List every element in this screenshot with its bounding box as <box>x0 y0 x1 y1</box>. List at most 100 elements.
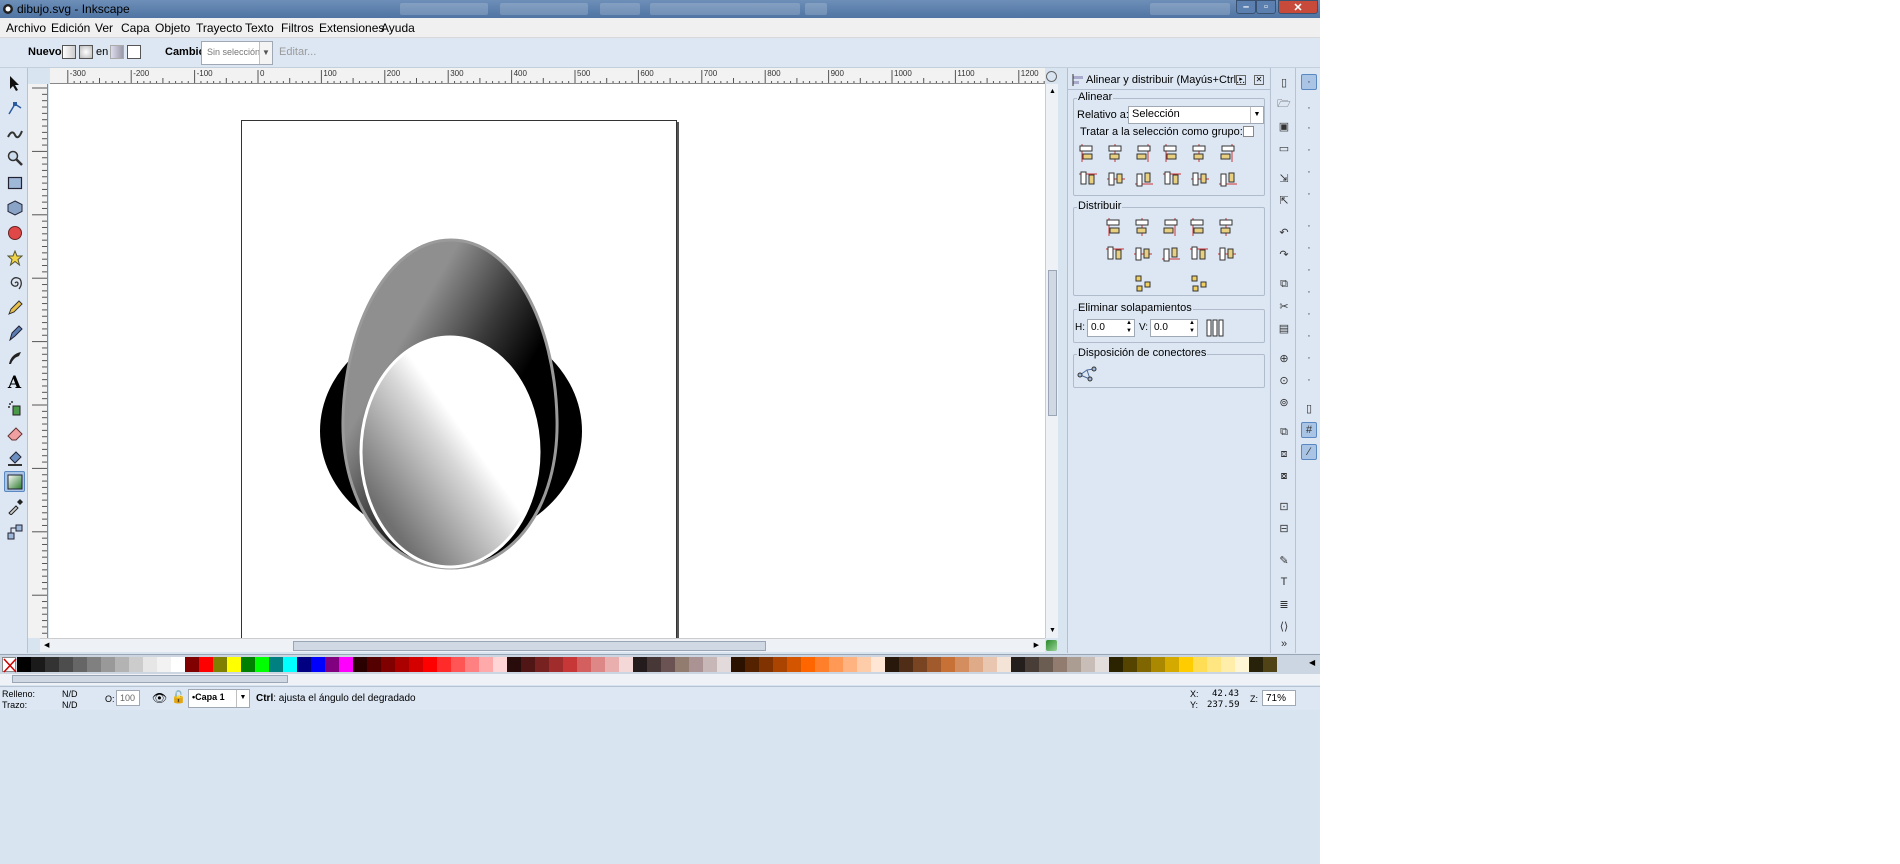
align-horizontal-button[interactable] <box>1133 142 1155 164</box>
color-swatch[interactable] <box>1109 657 1123 672</box>
bucket-tool[interactable] <box>4 447 25 468</box>
color-swatch[interactable] <box>717 657 731 672</box>
zoom-selection-icon[interactable]: ⊕ <box>1276 350 1292 366</box>
snap-guide-icon[interactable]: ∕ <box>1301 444 1317 460</box>
color-swatch[interactable] <box>87 657 101 672</box>
color-swatch[interactable] <box>647 657 661 672</box>
layers-icon[interactable]: ≣ <box>1276 596 1292 612</box>
color-swatch[interactable] <box>1179 657 1193 672</box>
color-swatch[interactable] <box>591 657 605 672</box>
color-swatch[interactable] <box>101 657 115 672</box>
align-vertical-button[interactable] <box>1217 169 1239 191</box>
align-horizontal-button[interactable] <box>1217 142 1239 164</box>
text-tool[interactable]: A <box>4 372 25 393</box>
color-swatch[interactable] <box>1165 657 1179 672</box>
snap-midpoint-icon[interactable]: · <box>1301 328 1317 344</box>
menu-edicion[interactable]: Edición <box>51 21 90 35</box>
spiral-tool[interactable] <box>4 272 25 293</box>
color-swatch[interactable] <box>997 657 1011 672</box>
distribute-horizontal-button[interactable] <box>1188 216 1210 238</box>
menu-filtros[interactable]: Filtros <box>281 21 314 35</box>
drawing-canvas[interactable] <box>49 84 1045 638</box>
linear-gradient-button[interactable] <box>62 45 76 59</box>
distribute-horizontal-button[interactable] <box>1104 216 1126 238</box>
copy-icon[interactable]: ⧉ <box>1276 276 1292 292</box>
menu-archivo[interactable]: Archivo <box>6 21 46 35</box>
calligraphy-tool[interactable] <box>4 347 25 368</box>
text-font-icon[interactable]: T <box>1276 574 1292 590</box>
color-swatch[interactable] <box>689 657 703 672</box>
eye-icon[interactable]: 👁 <box>152 691 167 705</box>
print-icon[interactable]: ▭ <box>1276 140 1292 156</box>
graph-layout-button[interactable] <box>1132 272 1154 294</box>
color-swatch[interactable] <box>633 657 647 672</box>
color-swatch[interactable] <box>507 657 521 672</box>
align-horizontal-button[interactable] <box>1077 142 1099 164</box>
new-document-icon[interactable]: ▯ <box>1276 74 1292 90</box>
color-swatch[interactable] <box>437 657 451 672</box>
drawing-svg[interactable] <box>49 84 1045 638</box>
color-swatch[interactable] <box>465 657 479 672</box>
save-icon[interactable]: ▣ <box>1276 118 1292 134</box>
snap-bbox-midpoint-icon[interactable]: · <box>1301 164 1317 180</box>
grupo-checkbox[interactable] <box>1243 126 1254 137</box>
color-swatch[interactable] <box>871 657 885 672</box>
scroll-left-icon[interactable]: ◀ <box>44 641 49 649</box>
color-swatch[interactable] <box>311 657 325 672</box>
color-swatch[interactable] <box>297 657 311 672</box>
snap-intersection-icon[interactable]: · <box>1301 262 1317 278</box>
color-swatch[interactable] <box>773 657 787 672</box>
snap-bbox-icon[interactable]: · <box>1301 100 1317 116</box>
snap-bbox-center-icon[interactable]: · <box>1301 186 1317 202</box>
editar-button[interactable]: Editar... <box>279 46 316 58</box>
snap-smooth-icon[interactable]: · <box>1301 306 1317 322</box>
color-swatch[interactable] <box>1039 657 1053 672</box>
align-vertical-button[interactable] <box>1105 169 1127 191</box>
pen-tool[interactable] <box>4 322 25 343</box>
color-swatch[interactable] <box>185 657 199 672</box>
rect-tool[interactable] <box>4 172 25 193</box>
no-paint-swatch[interactable] <box>2 657 17 673</box>
align-horizontal-button[interactable] <box>1161 142 1183 164</box>
zoom-corner-icon[interactable] <box>1046 71 1057 82</box>
color-swatch[interactable] <box>45 657 59 672</box>
stroke-target-button[interactable] <box>127 45 141 59</box>
menu-ver[interactable]: Ver <box>95 21 113 35</box>
zoom-tool[interactable] <box>4 147 25 168</box>
unlink-clone-icon[interactable]: ⧇ <box>1276 468 1292 484</box>
arrange-connectors-button[interactable] <box>1077 363 1099 385</box>
color-swatch[interactable] <box>1081 657 1095 672</box>
color-swatch[interactable] <box>409 657 423 672</box>
spin-arrows-icon[interactable]: ▲ ▼ <box>1126 319 1132 335</box>
palette-scroll-thumb[interactable] <box>12 675 288 683</box>
snap-page-border-icon[interactable]: ▯ <box>1301 400 1317 416</box>
color-swatch[interactable] <box>381 657 395 672</box>
gradient-select[interactable]: Sin selección ▼ <box>201 41 273 65</box>
color-swatch[interactable] <box>1249 657 1263 672</box>
menu-trayecto[interactable]: Trayecto <box>196 21 242 35</box>
color-swatch[interactable] <box>283 657 297 672</box>
scroll-right-icon[interactable]: ▶ <box>1034 641 1039 649</box>
color-swatch[interactable] <box>815 657 829 672</box>
menu-extensiones[interactable]: Extensiones <box>319 21 384 35</box>
relativo-select[interactable]: Selección ▼ <box>1128 106 1264 124</box>
tweak-tool[interactable] <box>4 122 25 143</box>
open-icon[interactable]: 🗁 <box>1276 96 1292 112</box>
color-swatch[interactable] <box>1221 657 1235 672</box>
color-swatch[interactable] <box>1011 657 1025 672</box>
remove-overlaps-button[interactable] <box>1204 317 1226 339</box>
vertical-scroll-thumb[interactable] <box>1048 270 1057 416</box>
export-icon[interactable]: ⇱ <box>1276 192 1292 208</box>
fill-stroke-icon[interactable]: ✎ <box>1276 552 1292 568</box>
snap-rotation-center-icon[interactable]: · <box>1301 372 1317 388</box>
color-swatch[interactable] <box>969 657 983 672</box>
color-swatch[interactable] <box>1193 657 1207 672</box>
color-swatch[interactable] <box>395 657 409 672</box>
color-swatch[interactable] <box>129 657 143 672</box>
snap-grid-icon[interactable]: # <box>1301 422 1317 438</box>
color-swatch[interactable] <box>1025 657 1039 672</box>
color-swatch[interactable] <box>367 657 381 672</box>
menu-texto[interactable]: Texto <box>245 21 274 35</box>
3dbox-tool[interactable] <box>4 197 25 218</box>
inner-egg[interactable] <box>359 335 541 569</box>
